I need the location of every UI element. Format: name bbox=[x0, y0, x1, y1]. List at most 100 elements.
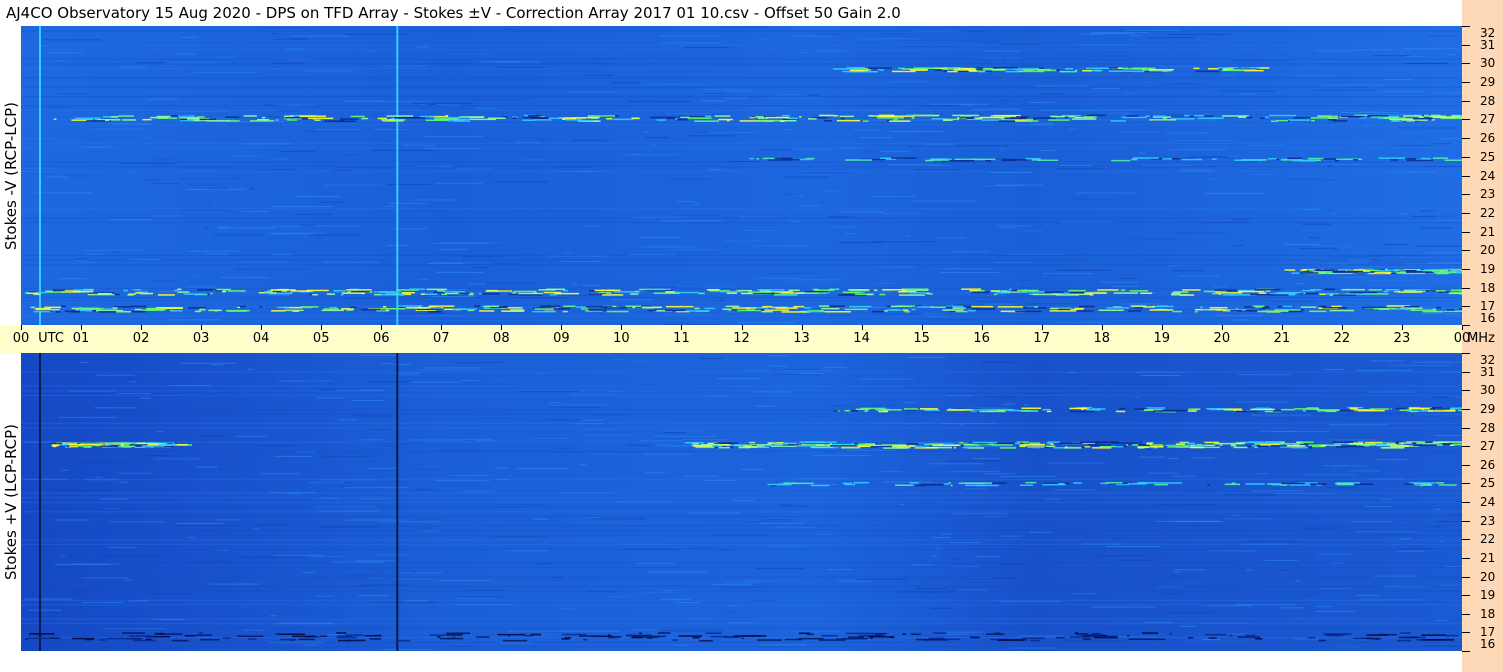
emission-band-3 bbox=[51, 442, 192, 448]
freq-tick-label: 32 bbox=[1480, 353, 1496, 367]
time-tick-label: 13 bbox=[793, 331, 810, 346]
time-tick-mark bbox=[141, 325, 143, 330]
time-tick-label: 03 bbox=[192, 331, 210, 346]
time-tick-label: 01 bbox=[72, 331, 90, 346]
time-tick-mark bbox=[501, 325, 503, 330]
bottom-panel-ylabel-text: Stokes +V (LCP-RCP) bbox=[1, 424, 20, 580]
freq-tick-label: 23 bbox=[1480, 513, 1496, 528]
time-tick-label: 15 bbox=[913, 331, 930, 346]
spectrogram-top-panel bbox=[21, 26, 1462, 325]
freq-tick-mark bbox=[1462, 576, 1470, 578]
time-tick-label: 02 bbox=[132, 331, 150, 346]
time-tick-mark bbox=[621, 325, 623, 330]
time-tick-label: 17 bbox=[1033, 331, 1050, 346]
freq-tick-label: 18 bbox=[1480, 606, 1496, 621]
vertical-line-0 bbox=[39, 26, 41, 325]
time-tick-mark bbox=[921, 325, 923, 330]
freq-tick-mark bbox=[1462, 194, 1470, 196]
freq-tick-mark bbox=[1462, 156, 1470, 158]
time-tick-mark bbox=[681, 325, 683, 330]
time-tick-label: 23 bbox=[1393, 331, 1411, 346]
freq-tick-label: 17 bbox=[1480, 299, 1496, 314]
top-panel-ylabel-text: Stokes -V (RCP-LCP) bbox=[1, 101, 20, 250]
freq-tick-label: 29 bbox=[1480, 75, 1496, 90]
freq-tick-mark bbox=[1462, 539, 1470, 541]
freq-tick-mark bbox=[1462, 520, 1470, 522]
freq-tick-mark bbox=[1462, 82, 1470, 84]
time-tick-mark bbox=[441, 325, 443, 330]
time-tick-label: 12 bbox=[733, 331, 750, 346]
freq-tick-mark bbox=[1462, 119, 1470, 121]
freq-tick-mark bbox=[1462, 502, 1470, 503]
time-tick-mark bbox=[801, 325, 803, 330]
time-tick-label: 16 bbox=[973, 331, 990, 346]
bottom-margin bbox=[0, 651, 1462, 672]
freq-tick-mark bbox=[1462, 446, 1470, 448]
freq-tick-mark bbox=[1462, 268, 1470, 270]
freq-tick-mark bbox=[1462, 483, 1470, 485]
freq-tick-label: 29 bbox=[1480, 401, 1496, 416]
freq-tick-mark bbox=[1462, 353, 1470, 354]
time-tick-label: 19 bbox=[1153, 331, 1171, 346]
time-tick-label: 20 bbox=[1213, 331, 1231, 346]
vertical-line-1 bbox=[396, 353, 399, 651]
time-tick-label: 05 bbox=[312, 331, 330, 346]
freq-tick-mark bbox=[1462, 44, 1470, 46]
time-tick-mark bbox=[201, 325, 203, 330]
freq-tick-label: 20 bbox=[1480, 243, 1496, 258]
time-tick-label: 21 bbox=[1273, 331, 1291, 346]
time-tick-mark bbox=[381, 325, 383, 330]
time-tick-label: 09 bbox=[553, 331, 570, 346]
freq-tick-mark bbox=[1462, 325, 1470, 326]
freq-tick-label: 23 bbox=[1480, 187, 1496, 202]
freq-tick-mark bbox=[1462, 138, 1470, 140]
time-tick-mark bbox=[1221, 325, 1223, 330]
freq-tick-label: 28 bbox=[1480, 93, 1496, 108]
freq-tick-label: 27 bbox=[1480, 112, 1496, 127]
freq-tick-mark bbox=[1462, 651, 1470, 652]
time-tick-label: 06 bbox=[372, 331, 390, 346]
spectrogram-top bbox=[21, 26, 1462, 325]
spectrogram-bottom bbox=[21, 353, 1462, 651]
time-tick-mark bbox=[1161, 325, 1163, 330]
time-tick-label: 14 bbox=[853, 331, 870, 346]
freq-tick-mark bbox=[1462, 287, 1470, 289]
freq-tick-label: 28 bbox=[1480, 420, 1496, 435]
time-tick-label: 07 bbox=[433, 331, 450, 346]
freq-tick-mark bbox=[1462, 100, 1470, 102]
time-tick-mark bbox=[1101, 325, 1103, 330]
time-tick-mark bbox=[1341, 325, 1343, 330]
time-tick-label: 10 bbox=[613, 331, 630, 346]
freq-tick-label: 32 bbox=[1480, 26, 1496, 40]
freq-tick-mark bbox=[1462, 632, 1470, 634]
mhz-label: MHz bbox=[1467, 331, 1495, 346]
time-tick-mark bbox=[321, 325, 323, 330]
freq-tick-label: 30 bbox=[1480, 56, 1496, 71]
time-tick-label: 00 bbox=[12, 331, 30, 346]
freq-tick-label: 30 bbox=[1480, 383, 1496, 398]
frequency-axis-top: 16 17 18 19 20 21 22 23 24 25 26 27 28 29 30 31 32 bbox=[1462, 26, 1503, 326]
freq-tick-label: 26 bbox=[1480, 457, 1496, 472]
freq-tick-mark bbox=[1462, 408, 1470, 410]
time-tick-label: 04 bbox=[252, 331, 270, 346]
freq-tick-label: 21 bbox=[1480, 550, 1496, 565]
time-tick-mark bbox=[861, 325, 863, 330]
time-tick-mark bbox=[21, 325, 22, 330]
freq-tick-mark bbox=[1462, 595, 1470, 597]
freq-tick-label: 18 bbox=[1480, 280, 1496, 295]
top-panel-ylabel: Stokes -V (RCP-LCP) bbox=[0, 26, 21, 325]
freq-tick-mark bbox=[1462, 557, 1470, 559]
freq-tick-label: 19 bbox=[1480, 588, 1496, 603]
freq-tick-mark bbox=[1462, 250, 1470, 252]
time-tick-mark bbox=[261, 325, 263, 330]
freq-tick-mark bbox=[1462, 306, 1470, 308]
time-tick-label: 22 bbox=[1333, 331, 1351, 346]
freq-tick-mark bbox=[1462, 63, 1470, 65]
freq-tick-label: 24 bbox=[1480, 168, 1496, 183]
chart-title: AJ4CO Observatory 15 Aug 2020 - DPS on T… bbox=[6, 4, 901, 22]
freq-tick-label: 20 bbox=[1480, 569, 1496, 584]
time-tick-label: 18 bbox=[1093, 331, 1111, 346]
freq-tick-mark bbox=[1462, 427, 1470, 429]
time-tick-label: 08 bbox=[493, 331, 510, 346]
time-tick-mark bbox=[741, 325, 743, 330]
